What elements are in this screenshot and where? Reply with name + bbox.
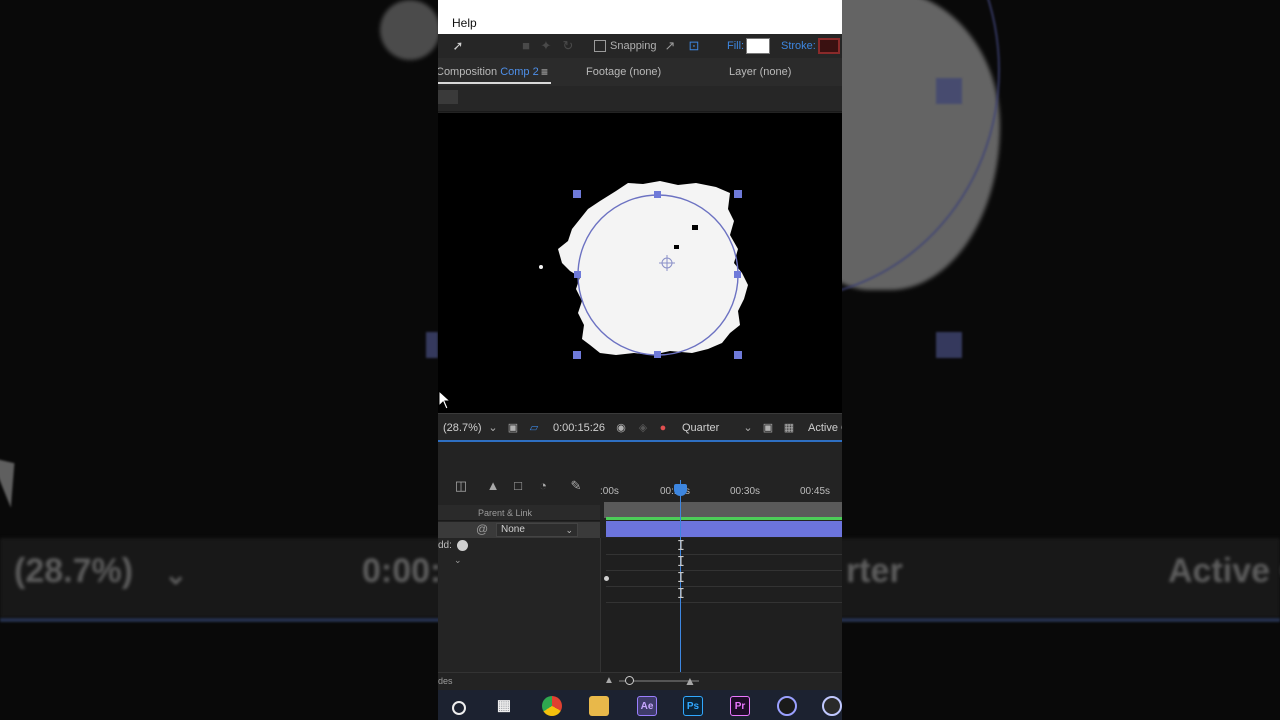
work-area-bar[interactable] [604,502,842,518]
ruler-tick: 00:30s [730,486,761,497]
layer-duration-bar[interactable] [606,521,842,537]
parent-value: None [501,524,525,535]
magnification-dropdown[interactable]: (28.7%) [443,422,482,434]
puppet-bend-icon[interactable]: ↻ [560,38,576,54]
resolution-dropdown[interactable]: Quarter [682,422,719,434]
screen: (28.7%) ⌄ 0:00: rter Active C Help ➚ ■ ✦… [0,0,1280,720]
search-icon[interactable] [452,701,466,715]
tab-layer[interactable]: Layer (none) [729,66,791,78]
keyframe-dot[interactable] [604,576,609,581]
after-effects-window: Help ➚ ■ ✦ ↻ Snapping ↗ ⊡ Fill: Stroke: … [438,0,842,720]
zoom-slider-knob[interactable] [625,676,634,685]
transparency-grid-icon[interactable]: ▦ [782,421,796,435]
add-label: dd: [438,540,452,551]
chevron-down-icon: ⌄ [565,525,573,535]
track-divider [606,602,842,603]
frame-blending-icon[interactable]: □ [510,478,526,494]
track-divider [606,554,842,555]
shape-hole [692,225,698,230]
parent-link-header: Parent & Link [478,508,533,518]
comp-flowchart-chip[interactable] [438,90,458,104]
resolution-chevron-icon[interactable]: ⌄ [741,421,755,435]
shy-layers-icon[interactable]: ▲ [485,478,501,494]
current-time-display[interactable]: 0:00:15:26 [553,422,605,434]
tab-composition-label: Composition [438,66,498,78]
snapping-label: Snapping [610,40,657,52]
track-divider [606,570,842,571]
snap-feature-icon[interactable]: ⊡ [686,38,702,54]
region-of-interest-icon[interactable]: ▣ [761,421,775,435]
viewer-controls-bar: (28.7%) ⌄ ▣ ▱ 0:00:15:26 ◉ ◈ ● Quarter ⌄… [438,413,842,441]
ruler-tick: :00s [600,486,619,497]
panel-tabs: Composition Comp 2 ≡ Footage (none) Laye… [438,58,842,86]
show-snapshot-icon[interactable]: ◈ [636,421,650,435]
chevron-down-icon[interactable]: ⌄ [486,421,500,435]
white-shape-layer [558,181,748,355]
tab-composition[interactable]: Composition Comp 2 [438,66,539,78]
after-effects-icon[interactable]: Ae [637,696,657,716]
keyframe-marker[interactable]: I [677,588,685,602]
timeline-header [438,442,842,472]
keyframe-marker[interactable]: I [677,556,685,570]
menu-help[interactable]: Help [452,16,477,30]
keyframe-marker[interactable]: I [677,572,685,586]
zoom-in-icon[interactable]: ▲ [682,673,698,689]
app-icon[interactable] [822,696,842,716]
pin-icon[interactable]: ➚ [450,38,466,54]
cinema4d-icon[interactable] [777,696,797,716]
task-view-icon[interactable]: ▦ [494,696,514,716]
cache-indicator [606,517,842,520]
tools-toolbar: ➚ ■ ✦ ↻ Snapping ↗ ⊡ Fill: Stroke: [438,34,842,58]
layer-properties [438,538,600,672]
active-tab-underline [438,82,551,84]
stroke-label[interactable]: Stroke: [781,40,816,52]
draft-3d-icon[interactable]: ◫ [453,478,469,494]
active-camera-dropdown[interactable]: Active C [808,422,842,434]
premiere-icon[interactable]: Pr [730,696,750,716]
tab-composition-name: Comp 2 [500,66,539,78]
stroke-color-swatch[interactable] [818,38,840,54]
track-divider [606,586,842,587]
shape-hole [674,245,679,249]
tab-menu-icon[interactable]: ≡ [541,65,548,79]
chrome-icon[interactable] [542,696,562,716]
playhead-knob[interactable] [674,484,687,496]
zoom-out-icon[interactable]: ▲ [601,673,617,689]
graph-editor-icon[interactable]: ✎ [568,478,584,494]
mouse-cursor-icon [438,390,452,410]
add-play-icon[interactable] [457,540,468,551]
expand-chevron-icon[interactable]: ⌄ [454,555,462,566]
tab-footage[interactable]: Footage (none) [586,66,661,78]
color-channels-icon[interactable]: ● [656,421,670,435]
toggle-modes-label[interactable]: des [438,676,453,686]
puppet-pin-icon[interactable]: ✦ [538,38,554,54]
puppet-icon[interactable]: ■ [518,38,534,54]
snapshot-camera-icon[interactable]: ◉ [614,421,628,435]
column-header: Parent & Link [438,505,600,521]
ruler-tick: 00:45s [800,486,831,497]
composition-subbar [438,86,842,112]
composition-viewer[interactable] [438,113,842,413]
parent-dropdown[interactable]: None ⌄ [496,523,578,537]
shape-speck [539,265,543,269]
mask-visibility-icon[interactable]: ▱ [527,421,541,435]
snap-option-icon[interactable]: ↗ [662,38,678,54]
photoshop-icon[interactable]: Ps [683,696,703,716]
timeline-tracks[interactable] [600,538,842,672]
fill-label[interactable]: Fill: [727,40,744,52]
safe-zones-icon[interactable]: ▣ [506,421,520,435]
menu-bar: Help [438,0,842,34]
motion-blur-icon[interactable]: ◔ [535,478,551,494]
pick-whip-icon[interactable]: @ [476,522,488,536]
snapping-checkbox[interactable] [594,40,606,52]
file-explorer-icon[interactable] [589,696,609,716]
viewer-canvas [539,181,748,359]
keyframe-marker[interactable]: I [677,540,685,554]
fill-color-swatch[interactable] [746,38,770,54]
